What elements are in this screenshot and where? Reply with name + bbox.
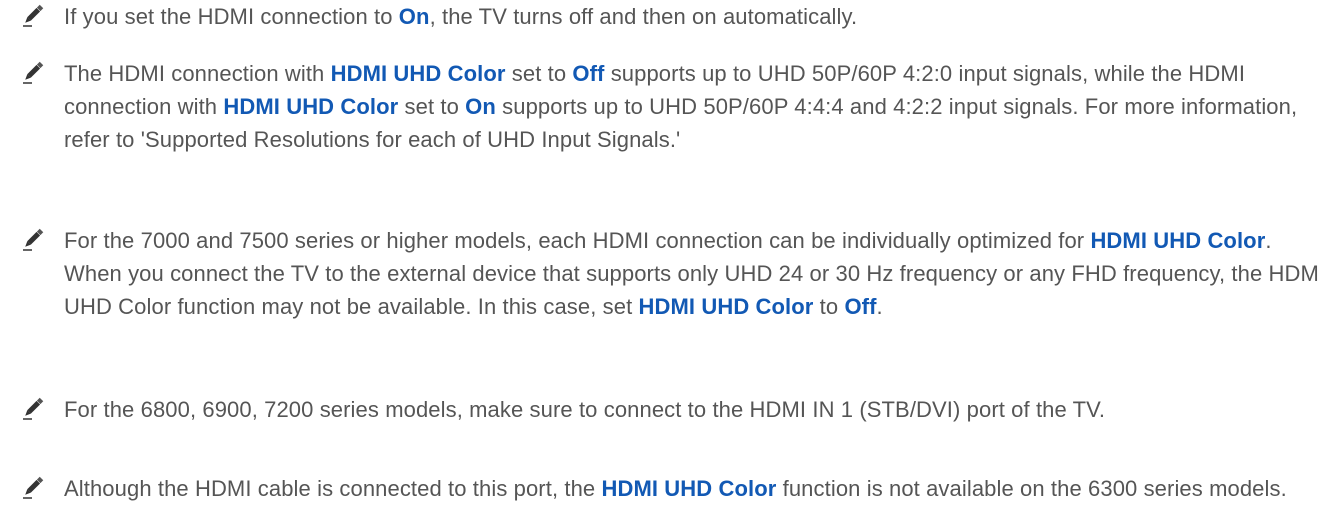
pencil-icon <box>20 395 46 421</box>
note-item: For the 7000 and 7500 series or higher m… <box>20 224 1320 323</box>
note-text: If you set the HDMI connection to On, th… <box>64 0 1320 33</box>
highlighted-term: HDMI UHD Color <box>601 476 777 501</box>
highlighted-term: Off <box>844 294 877 319</box>
text-segment: If you set the HDMI connection to <box>64 4 399 29</box>
pencil-icon <box>20 226 46 252</box>
note-item: For the 6800, 6900, 7200 series models, … <box>20 393 1320 426</box>
note-text: For the 7000 and 7500 series or higher m… <box>64 224 1320 323</box>
note-item: Although the HDMI cable is connected to … <box>20 472 1320 505</box>
note-item: The HDMI connection with HDMI UHD Color … <box>20 57 1320 156</box>
note-text: Although the HDMI cable is connected to … <box>64 472 1320 505</box>
note-text: For the 6800, 6900, 7200 series models, … <box>64 393 1320 426</box>
text-segment: For the 7000 and 7500 series or higher m… <box>64 228 1091 253</box>
pencil-icon <box>20 474 46 500</box>
text-segment: set to <box>505 61 573 86</box>
note-item: If you set the HDMI connection to On, th… <box>20 0 1320 33</box>
text-segment: to <box>813 294 845 319</box>
highlighted-term: HDMI UHD Color <box>330 61 506 86</box>
pencil-icon <box>20 59 46 85</box>
highlighted-term: On <box>465 94 496 119</box>
highlighted-term: HDMI UHD Color <box>1090 228 1266 253</box>
text-segment: , the TV turns off and then on automatic… <box>429 4 858 29</box>
text-segment: The HDMI connection with <box>64 61 331 86</box>
highlighted-term: HDMI UHD Color <box>638 294 814 319</box>
text-segment: Although the HDMI cable is connected to … <box>64 476 602 501</box>
text-segment: function is not available on the 6300 se… <box>776 476 1287 501</box>
text-segment: For the 6800, 6900, 7200 series models, … <box>64 397 1106 422</box>
highlighted-term: Off <box>572 61 605 86</box>
pencil-icon <box>20 2 46 28</box>
text-segment: . <box>876 294 883 319</box>
note-text: The HDMI connection with HDMI UHD Color … <box>64 57 1320 156</box>
highlighted-term: On <box>398 4 430 29</box>
highlighted-term: HDMI UHD Color <box>223 94 399 119</box>
text-segment: set to <box>398 94 466 119</box>
